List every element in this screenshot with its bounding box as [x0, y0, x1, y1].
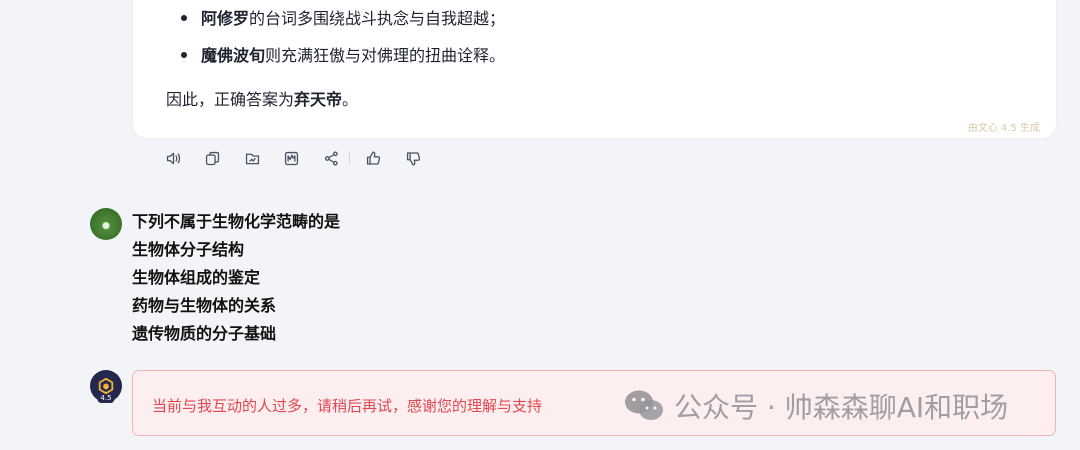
export-button[interactable] — [242, 148, 262, 168]
answer-bullet-list: 阿修罗的台词多围绕战斗执念与自我超越； 魔佛波旬则充满狂傲与对佛理的扭曲诠释。 — [181, 0, 505, 74]
bot-version-label: 4.5 — [97, 394, 115, 403]
share-icon — [324, 150, 338, 166]
user-message-line: 药物与生物体的关系 — [132, 296, 277, 315]
conclusion-suffix: 。 — [342, 90, 359, 109]
dislike-button[interactable] — [403, 148, 423, 168]
thumbs-up-icon — [366, 150, 381, 165]
user-avatar — [90, 208, 122, 240]
answer-action-toolbar — [163, 148, 443, 168]
copy-button[interactable] — [203, 148, 223, 168]
user-message-line: 下列不属于生物化学范畴的是 — [132, 212, 341, 231]
generated-by-badge: 由文心 4.5 生成 — [967, 123, 1040, 134]
user-message-line: 遗传物质的分子基础 — [132, 324, 277, 343]
user-message-line: 生物体组成的鉴定 — [132, 268, 261, 287]
conclusion-prefix: 因此，正确答案为 — [166, 90, 295, 109]
user-message: 下列不属于生物化学范畴的是 生物体分子结构 生物体组成的鉴定 药物与生物体的关系… — [132, 208, 340, 348]
error-message-box: 当前与我互动的人过多，请稍后再试，感谢您的理解与支持 — [132, 370, 1056, 436]
like-button[interactable] — [364, 148, 384, 168]
chart-button[interactable] — [282, 148, 302, 168]
speaker-icon — [166, 152, 180, 164]
export-icon — [245, 153, 259, 164]
answer-conclusion: 因此，正确答案为弃天帝。 — [166, 86, 358, 110]
chat-page: 阿修罗的台词多围绕战斗执念与自我超越； 魔佛波旬则充满狂傲与对佛理的扭曲诠释。 … — [0, 0, 1080, 450]
thumbs-down-icon — [406, 151, 420, 166]
conclusion-answer: 弃天帝 — [294, 90, 343, 109]
copy-icon — [205, 151, 220, 165]
error-message-text: 当前与我互动的人过多，请稍后再试，感谢您的理解与支持 — [152, 397, 543, 415]
read-aloud-button[interactable] — [163, 148, 183, 168]
bullet-text: 的台词多围绕战斗执念与自我超越； — [249, 9, 506, 28]
bot-logo-icon — [98, 377, 114, 395]
share-button[interactable] — [321, 148, 341, 168]
bullet-text: 则充满狂傲与对佛理的扭曲诠释。 — [265, 46, 506, 65]
user-message-line: 生物体分子结构 — [132, 240, 245, 259]
bot-avatar: 4.5 — [90, 370, 122, 403]
bullet-bold-term: 魔佛波旬 — [201, 46, 266, 65]
answer-bullet-item: 魔佛波旬则充满狂傲与对佛理的扭曲诠释。 — [181, 37, 505, 74]
answer-bullet-item: 阿修罗的台词多围绕战斗执念与自我超越； — [181, 0, 505, 37]
ai-answer-card: 阿修罗的台词多围绕战斗执念与自我超越； 魔佛波旬则充满狂傲与对佛理的扭曲诠释。 … — [133, 0, 1056, 138]
chart-icon — [284, 151, 299, 165]
bullet-bold-term: 阿修罗 — [201, 9, 250, 28]
toolbar-divider — [348, 152, 350, 164]
